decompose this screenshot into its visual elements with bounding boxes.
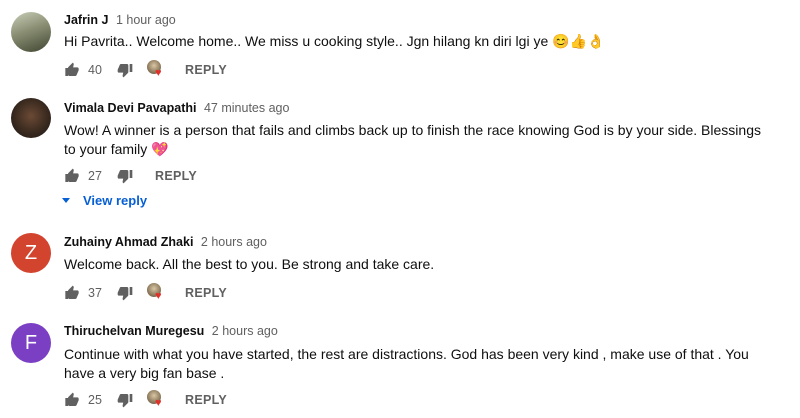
comment-author[interactable]: Jafrin J bbox=[64, 13, 108, 27]
comment-author[interactable]: Thiruchelvan Muregesu bbox=[64, 324, 204, 338]
creator-heart-icon: ♥ bbox=[147, 283, 167, 303]
reply-button[interactable]: REPLY bbox=[185, 286, 227, 300]
comment-author[interactable]: Zuhainy Ahmad Zhaki bbox=[64, 235, 193, 249]
comment-text: Continue with what you have started, the… bbox=[64, 346, 749, 381]
thumb-down-icon[interactable] bbox=[117, 62, 133, 78]
avatar[interactable]: Z bbox=[11, 233, 51, 273]
avatar-letter: F bbox=[24, 331, 38, 354]
view-reply-label: View reply bbox=[83, 193, 148, 208]
comment-text: Hi Pavrita.. Welcome home.. We miss u co… bbox=[64, 33, 605, 49]
comment-time[interactable]: 2 hours ago bbox=[212, 324, 278, 338]
avatar[interactable] bbox=[11, 98, 51, 138]
reply-button[interactable]: REPLY bbox=[185, 63, 227, 77]
comment-time[interactable]: 1 hour ago bbox=[116, 13, 176, 27]
thumb-up-icon[interactable] bbox=[64, 168, 80, 184]
thumb-up-icon[interactable] bbox=[64, 392, 80, 408]
comment-time[interactable]: 2 hours ago bbox=[201, 235, 267, 249]
comment-text: Wow! A winner is a person that fails and… bbox=[64, 122, 761, 157]
like-count: 25 bbox=[88, 393, 102, 407]
comment-time[interactable]: 47 minutes ago bbox=[204, 101, 289, 115]
thumb-down-icon[interactable] bbox=[117, 392, 133, 408]
creator-heart-icon: ♥ bbox=[147, 390, 167, 410]
like-count: 40 bbox=[88, 63, 102, 77]
caret-down-icon bbox=[62, 198, 70, 203]
like-count: 37 bbox=[88, 286, 102, 300]
comment-text: Welcome back. All the best to you. Be st… bbox=[64, 256, 435, 272]
thumb-down-icon[interactable] bbox=[117, 168, 133, 184]
avatar[interactable]: F bbox=[11, 323, 51, 363]
avatar[interactable] bbox=[11, 12, 51, 52]
avatar-letter: Z bbox=[24, 241, 38, 264]
thumb-up-icon[interactable] bbox=[64, 285, 80, 301]
thumb-up-icon[interactable] bbox=[64, 62, 80, 78]
reply-button[interactable]: REPLY bbox=[155, 169, 197, 183]
view-reply-button[interactable]: View reply bbox=[62, 193, 147, 208]
creator-heart-icon: ♥ bbox=[147, 60, 167, 80]
like-count: 27 bbox=[88, 169, 102, 183]
reply-button[interactable]: REPLY bbox=[185, 393, 227, 407]
thumb-down-icon[interactable] bbox=[117, 285, 133, 301]
comment-author[interactable]: Vimala Devi Pavapathi bbox=[64, 101, 196, 115]
